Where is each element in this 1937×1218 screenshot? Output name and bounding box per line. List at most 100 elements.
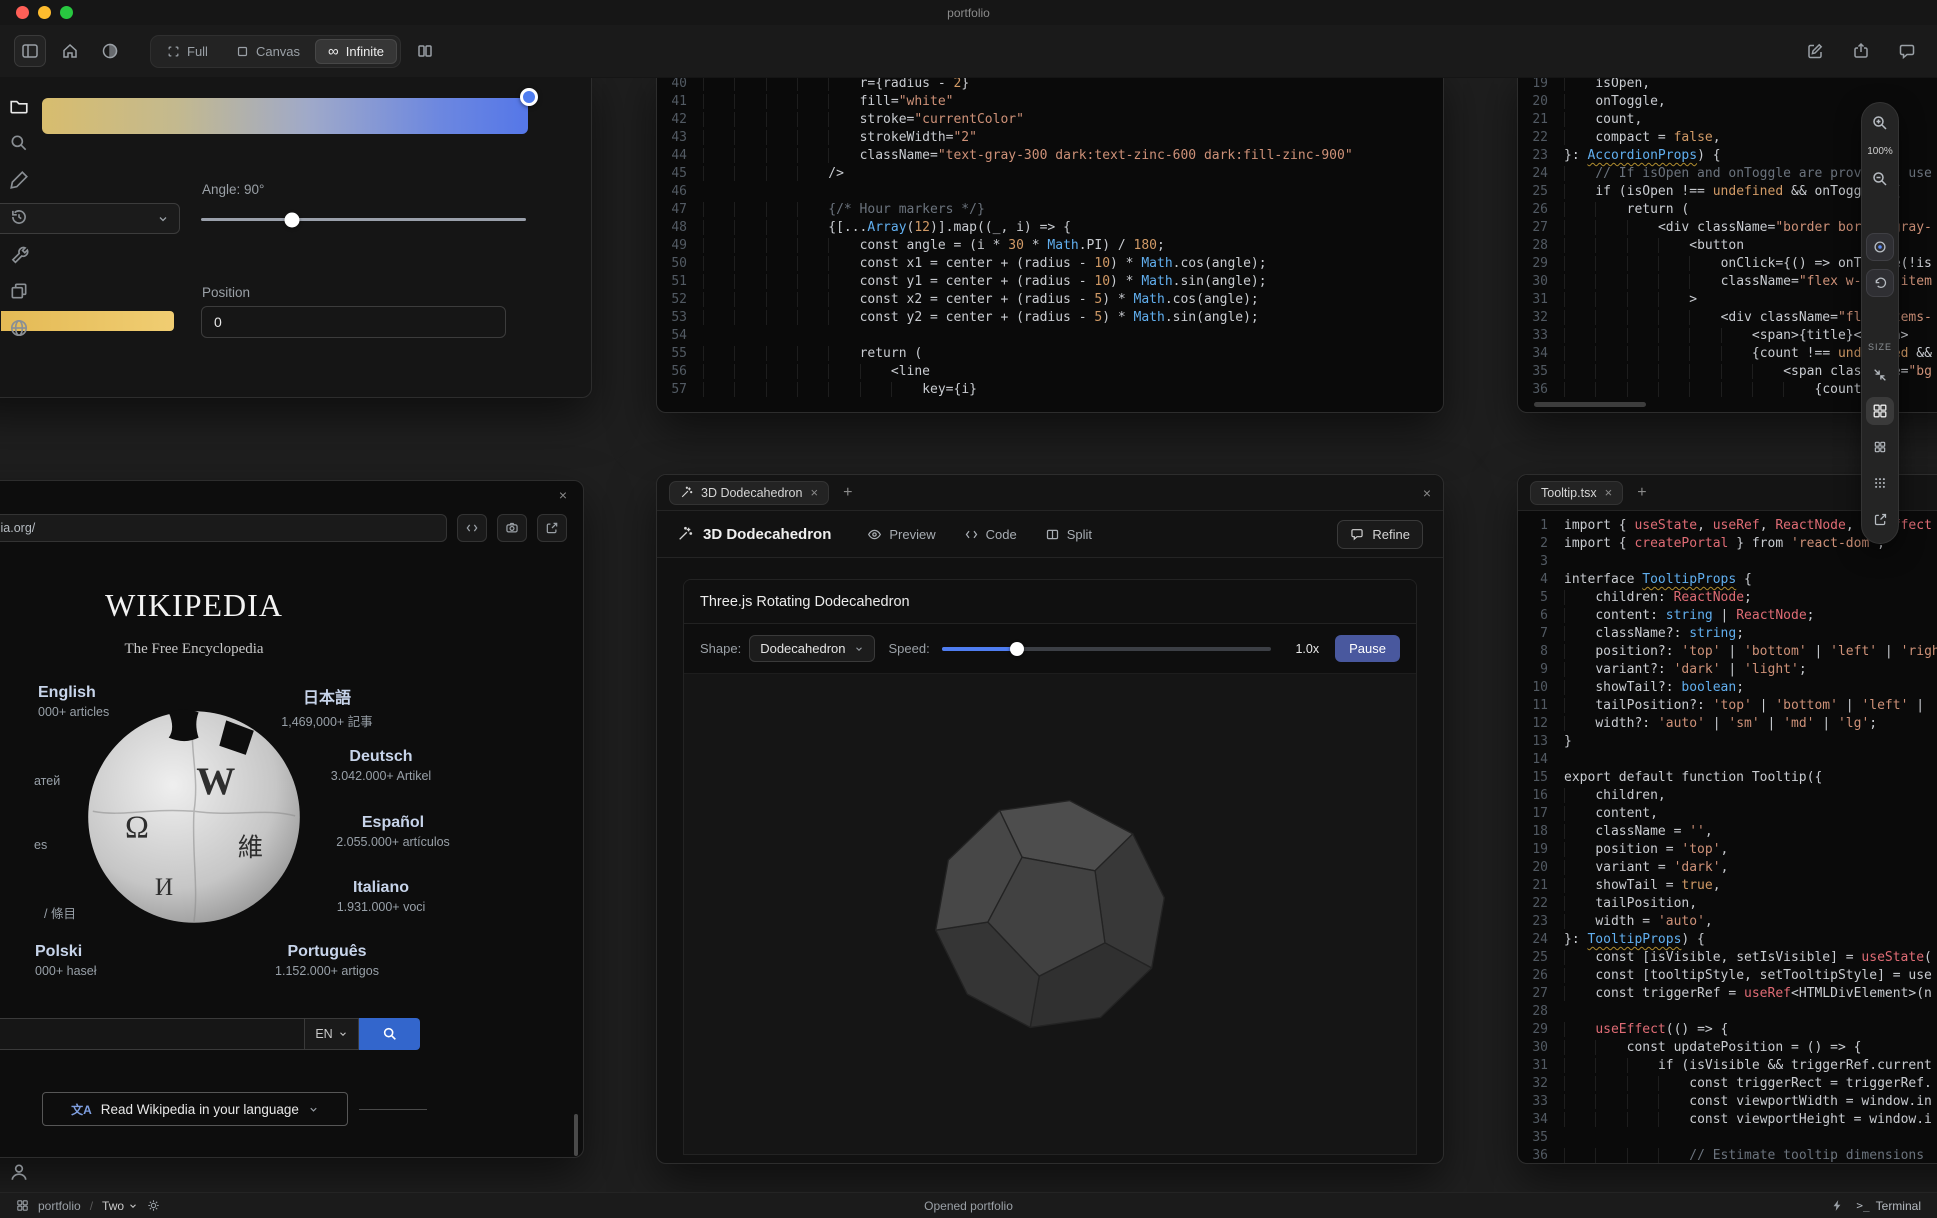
open-external-button[interactable] <box>537 514 567 542</box>
language-name[interactable]: 日本語 <box>281 684 372 708</box>
shape-select[interactable]: Dodecahedron <box>749 635 874 662</box>
language-icon: 文A <box>71 1101 92 1118</box>
language-name[interactable]: Português <box>275 943 379 961</box>
view-mode-canvas[interactable]: Canvas <box>223 39 313 64</box>
language-count: 2.055.000+ artículos <box>336 835 450 849</box>
language-name[interactable]: Italiano <box>337 879 426 897</box>
fit-to-view-button[interactable] <box>1862 357 1898 393</box>
history-rail-button[interactable] <box>9 207 29 227</box>
refine-button[interactable]: Refine <box>1337 520 1423 549</box>
speed-label: Speed: <box>889 641 930 656</box>
dodecahedron-tabbar[interactable]: 3D Dodecahedron × + × <box>657 475 1443 511</box>
breadcrumb-project[interactable]: portfolio <box>38 1199 81 1213</box>
lightning-icon[interactable] <box>1831 1199 1844 1212</box>
new-tab-button[interactable]: + <box>843 485 852 501</box>
pen-rail-button[interactable] <box>9 170 29 190</box>
reset-rotation-button[interactable] <box>1866 269 1894 297</box>
position-input[interactable] <box>201 306 506 338</box>
language-name[interactable]: Polski <box>35 943 97 961</box>
sidebar-toggle-button[interactable] <box>14 35 46 67</box>
language-link[interactable]: Español 2.055.000+ artículos <box>336 814 450 849</box>
tab-tooltip-tsx[interactable]: Tooltip.tsx × <box>1530 481 1623 505</box>
compose-button[interactable] <box>1799 35 1831 67</box>
minimize-window-button[interactable] <box>38 6 51 19</box>
view-source-button[interactable] <box>457 514 487 542</box>
language-name[interactable]: Deutsch <box>331 748 431 766</box>
wikipedia-search-input[interactable] <box>0 1018 304 1050</box>
chevron-down-icon <box>854 644 864 654</box>
read-in-language-button[interactable]: 文A Read Wikipedia in your language <box>42 1092 348 1126</box>
split-toggle-button[interactable]: Split <box>1035 521 1102 548</box>
wikipedia-search-button[interactable] <box>359 1018 420 1050</box>
screenshot-button[interactable] <box>497 514 527 542</box>
tab-close-icon[interactable]: × <box>810 486 818 499</box>
vertical-scrollbar[interactable] <box>574 1114 578 1156</box>
files-rail-button[interactable] <box>9 96 29 116</box>
preview-label: Preview <box>889 527 935 542</box>
speed-slider-thumb[interactable] <box>1010 642 1024 656</box>
recenter-button[interactable] <box>1866 233 1894 261</box>
gradient-stop-handle[interactable] <box>520 88 538 106</box>
breadcrumb-separator: / <box>90 1199 93 1213</box>
tab-3d-dodecahedron[interactable]: 3D Dodecahedron × <box>669 481 829 505</box>
close-window-button[interactable] <box>16 6 29 19</box>
infinite-canvas[interactable]: Angle: 90° Position 40 r={radius - 2}41 … <box>0 78 1937 1192</box>
code-icon <box>465 521 479 535</box>
language-link[interactable]: English 000+ articles <box>38 684 109 719</box>
zoom-out-button[interactable] <box>1862 161 1898 197</box>
url-input[interactable] <box>0 514 447 542</box>
open-external-button[interactable] <box>1862 501 1898 537</box>
zoom-in-button[interactable] <box>1862 105 1898 141</box>
view-mode-infinite[interactable]: ∞ Infinite <box>315 39 397 64</box>
tooltip-code-window[interactable]: Tooltip.tsx × + 1import { useState, useR… <box>1517 474 1937 1164</box>
settings-gear-icon[interactable] <box>147 1199 160 1212</box>
terminal-toggle[interactable]: >_ Terminal <box>1856 1199 1921 1213</box>
home-button[interactable] <box>54 35 86 67</box>
language-link[interactable]: Italiano 1.931.000+ voci <box>337 879 426 914</box>
language-link[interactable]: Português 1.152.000+ artigos <box>275 943 379 978</box>
wikipedia-window-header[interactable]: × <box>0 481 583 511</box>
angle-slider[interactable] <box>201 218 526 221</box>
preview-toggle-button[interactable]: Preview <box>857 521 945 548</box>
language-link[interactable]: Deutsch 3.042.000+ Artikel <box>331 748 431 783</box>
tooltip-code-editor[interactable]: 1import { useState, useRef, ReactNode, u… <box>1518 511 1937 1164</box>
gradient-preview-bar[interactable] <box>42 98 528 134</box>
language-name[interactable]: English <box>38 684 109 702</box>
grid-dots-button[interactable] <box>1862 465 1898 501</box>
left-rail <box>0 78 38 338</box>
layers-rail-button[interactable] <box>9 281 29 301</box>
export-button[interactable] <box>1845 35 1877 67</box>
dodecahedron-window[interactable]: 3D Dodecahedron × + × 3D Dodecahedron Pr… <box>656 474 1444 1164</box>
layout-columns-button[interactable] <box>409 35 441 67</box>
new-tab-button[interactable]: + <box>1637 485 1646 501</box>
search-language-selector[interactable]: EN <box>304 1018 359 1050</box>
speed-slider[interactable] <box>942 647 1271 651</box>
theme-button[interactable] <box>94 35 126 67</box>
chat-button[interactable] <box>1891 35 1923 67</box>
language-name[interactable]: Español <box>336 814 450 832</box>
language-link[interactable]: Polski 000+ haseł <box>35 943 97 978</box>
grid-layout-button[interactable] <box>1866 397 1894 425</box>
grid-medium-button[interactable] <box>1862 429 1898 465</box>
close-window-icon[interactable]: × <box>1423 485 1431 501</box>
wikipedia-window[interactable]: × WIKIPEDIA The Free Encyclopedia <box>0 480 584 1158</box>
close-icon[interactable]: × <box>559 487 567 503</box>
account-button[interactable] <box>9 1162 29 1182</box>
three-js-viewport[interactable] <box>684 674 1416 1154</box>
apps-grid-icon[interactable] <box>16 1199 29 1212</box>
gradient-editor-panel[interactable]: Angle: 90° Position <box>0 78 592 398</box>
globe-rail-button[interactable] <box>9 318 29 338</box>
language-link[interactable]: 日本語 1,469,000+ 記事 <box>281 684 372 730</box>
clock-code-window[interactable]: 40 r={radius - 2}41 fill="white"42 strok… <box>656 78 1444 413</box>
view-mode-full[interactable]: Full <box>154 39 221 64</box>
tab-close-icon[interactable]: × <box>1605 486 1613 499</box>
maximize-window-button[interactable] <box>60 6 73 19</box>
horizontal-scrollbar[interactable] <box>1534 402 1646 407</box>
clock-code-editor[interactable]: 40 r={radius - 2}41 fill="white"42 strok… <box>657 78 1443 405</box>
breadcrumb-page-selector[interactable]: Two <box>102 1199 138 1213</box>
code-toggle-button[interactable]: Code <box>954 521 1027 548</box>
search-rail-button[interactable] <box>9 133 29 153</box>
pause-button[interactable]: Pause <box>1335 635 1400 662</box>
angle-slider-thumb[interactable] <box>285 212 300 227</box>
tools-rail-button[interactable] <box>9 244 29 264</box>
